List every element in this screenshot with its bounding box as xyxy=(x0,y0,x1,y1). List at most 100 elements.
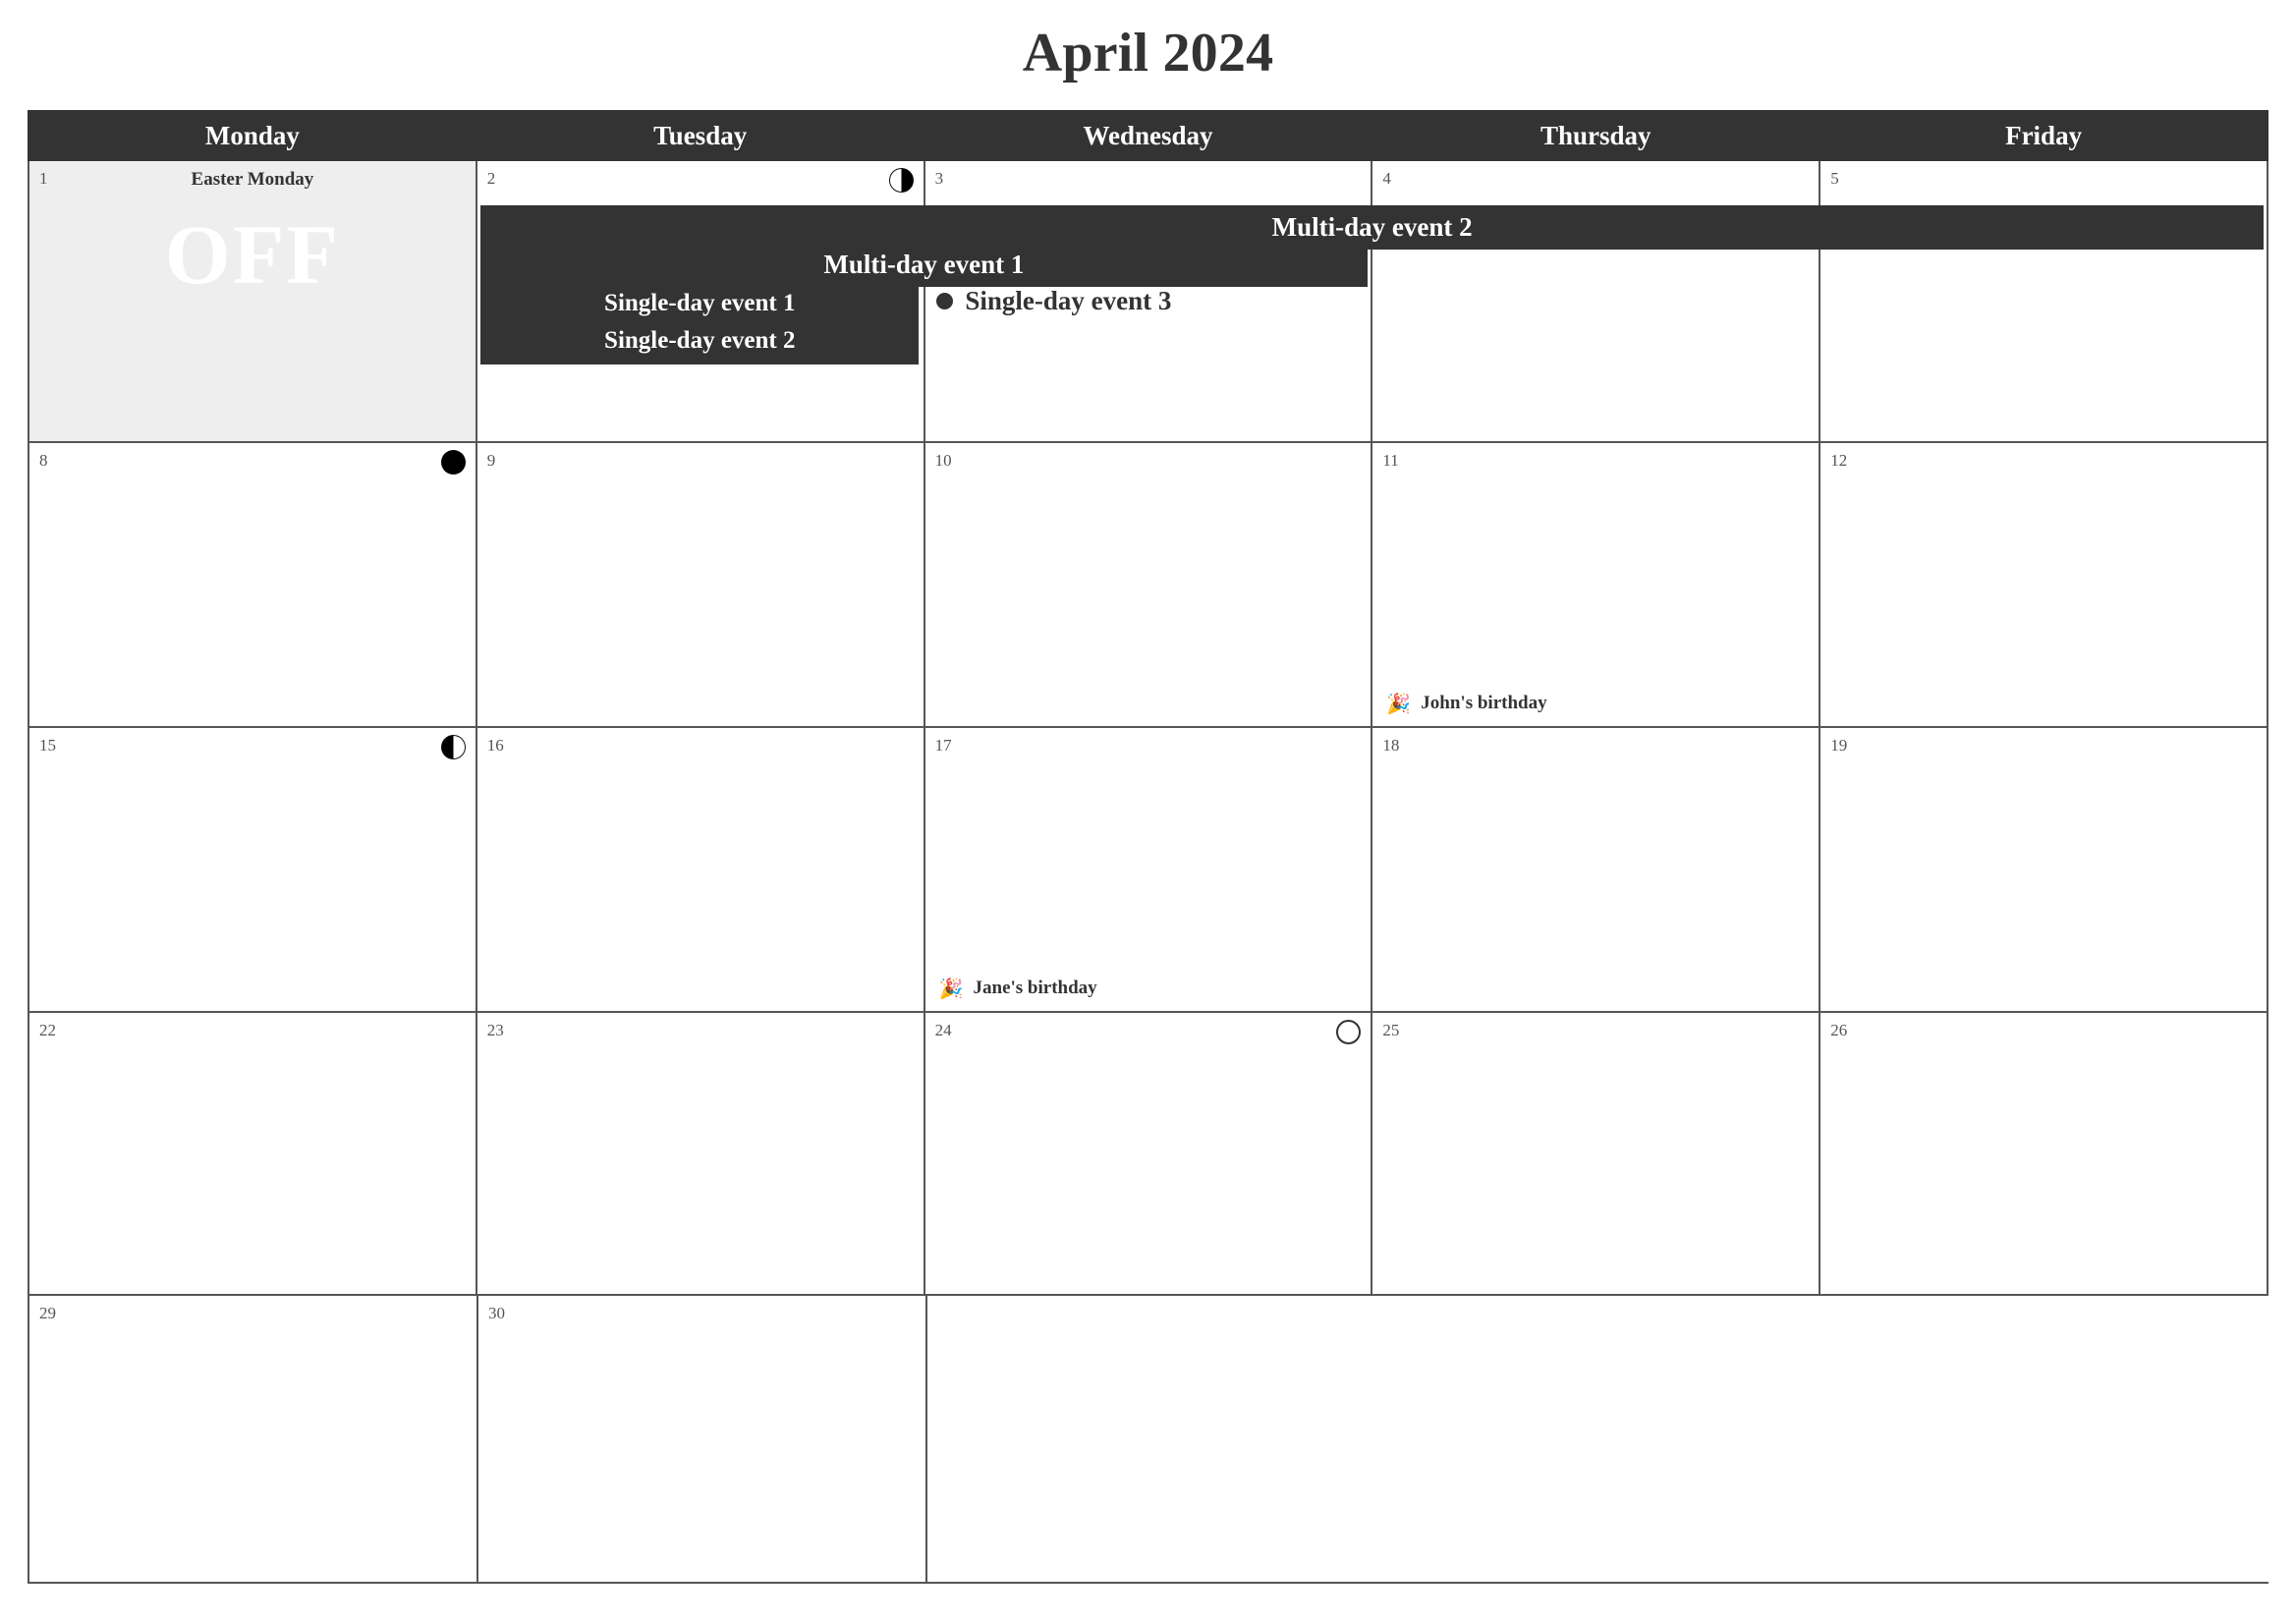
day-cell-header: 17 xyxy=(925,728,1372,765)
day-number: 3 xyxy=(934,169,944,188)
page-title: April 2024 xyxy=(1022,23,1274,84)
birthday-event[interactable]: 🎉 Jane's birthday xyxy=(939,978,1097,999)
calendar-day-cell-16[interactable]: 16 xyxy=(476,728,925,1011)
day-cell-header: 1 Easter Monday xyxy=(29,161,476,198)
weekday-header-monday: Monday xyxy=(204,120,300,150)
calendar-week-row: 29 30 xyxy=(28,1296,2268,1584)
off-watermark: OFF xyxy=(164,207,340,302)
calendar-day-cell-18[interactable]: 18 xyxy=(1372,728,1821,1011)
day-number: 24 xyxy=(934,1021,952,1039)
new-moon-icon xyxy=(440,450,466,475)
calendar-day-cell-17[interactable]: 17 🎉 Jane's birthday xyxy=(924,728,1373,1011)
day-number: 4 xyxy=(1382,169,1391,188)
day-cell-header: 29 xyxy=(29,1296,476,1333)
calendar-weeks: 1 Easter Monday OFF 2 3 4 5 8 9 10 11 🎉 John's birth… xyxy=(28,161,2268,1584)
first-quarter-moon-icon xyxy=(440,735,466,759)
calendar-day-cell-12[interactable]: 12 xyxy=(1820,443,2268,726)
calendar-cell-empty xyxy=(1821,1296,2268,1582)
event-item[interactable]: Single-day event 3 xyxy=(936,286,1171,316)
day-cell-header: 8 xyxy=(29,443,476,480)
day-cell-header: 3 xyxy=(925,161,1372,198)
day-number: 29 xyxy=(39,1304,56,1322)
day-cell-header: 2 xyxy=(477,161,924,198)
day-cell-header: 11 xyxy=(1372,443,1819,480)
event-label: Multi-day event 1 xyxy=(823,250,1025,279)
day-cell-header: 16 xyxy=(477,728,924,765)
party-popper-icon: 🎉 xyxy=(1386,692,1412,715)
birthday-event-label: Jane's birthday xyxy=(973,978,1097,998)
event-label: Single-day event 1 xyxy=(604,290,796,316)
day-number: 5 xyxy=(1830,169,1839,188)
day-number: 18 xyxy=(1382,736,1400,755)
day-number: 2 xyxy=(486,169,496,188)
calendar-day-cell-30[interactable]: 30 xyxy=(478,1296,927,1582)
day-number: 9 xyxy=(486,451,496,470)
calendar-day-cell-9[interactable]: 9 xyxy=(476,443,925,726)
day-number: 12 xyxy=(1830,451,1848,470)
day-number: 22 xyxy=(39,1021,56,1039)
day-cell-header: 9 xyxy=(477,443,924,480)
day-cell-header: 12 xyxy=(1820,443,2267,480)
day-cell-header: 4 xyxy=(1372,161,1819,198)
weekday-header-row: Monday Tuesday Wednesday Thursday Friday xyxy=(28,110,2268,161)
calendar-day-cell-4[interactable]: 4 xyxy=(1372,161,1821,441)
calendar-day-cell-10[interactable]: 10 xyxy=(924,443,1373,726)
event-bullet-icon xyxy=(936,293,954,309)
event-label: Single-day event 2 xyxy=(604,327,796,354)
day-cell-header: 23 xyxy=(477,1013,924,1050)
birthday-event-label: John's birthday xyxy=(1421,693,1547,713)
calendar-week-row: 8 9 10 11 🎉 John's birthday 12 xyxy=(28,443,2268,728)
day-cell-header: 24 xyxy=(925,1013,1372,1050)
day-number: 16 xyxy=(486,736,504,755)
day-number: 10 xyxy=(934,451,952,470)
day-cell-header: 25 xyxy=(1372,1013,1819,1050)
full-moon-icon xyxy=(1336,1020,1362,1044)
day-cell-header: 22 xyxy=(29,1013,476,1050)
calendar-cell-empty xyxy=(1374,1296,1821,1582)
day-cell-header: 10 xyxy=(925,443,1372,480)
day-number: 8 xyxy=(39,451,48,470)
calendar-day-cell-25[interactable]: 25 xyxy=(1372,1013,1821,1294)
calendar-day-cell-11[interactable]: 11 🎉 John's birthday xyxy=(1372,443,1821,726)
day-cell-header: 18 xyxy=(1372,728,1819,765)
calendar-day-cell-26[interactable]: 26 xyxy=(1820,1013,2268,1294)
event-label: Single-day event 3 xyxy=(965,286,1172,315)
calendar-day-cell-29[interactable]: 29 xyxy=(29,1296,478,1582)
calendar-day-cell-24[interactable]: 24 xyxy=(924,1013,1373,1294)
birthday-event[interactable]: 🎉 John's birthday xyxy=(1386,693,1546,714)
event-label: Multi-day event 2 xyxy=(1271,212,1473,242)
calendar-day-cell-1[interactable]: 1 Easter Monday OFF xyxy=(29,161,477,441)
day-number: 25 xyxy=(1382,1021,1400,1039)
weekday-header-wednesday: Wednesday xyxy=(1083,120,1213,150)
weekday-header-thursday: Thursday xyxy=(1540,120,1652,150)
calendar-week-row: 22 23 24 25 26 xyxy=(28,1013,2268,1296)
last-quarter-moon-icon xyxy=(888,168,914,193)
day-number: 17 xyxy=(934,736,952,755)
day-number: 26 xyxy=(1830,1021,1848,1039)
holiday-label: Easter Monday xyxy=(191,169,314,190)
party-popper-icon: 🎉 xyxy=(938,977,964,1000)
calendar-day-cell-23[interactable]: 23 xyxy=(476,1013,925,1294)
calendar-week-row: 15 16 17 🎉 Jane's birthday 18 19 xyxy=(28,728,2268,1013)
calendar-day-cell-19[interactable]: 19 xyxy=(1820,728,2268,1011)
day-cell-header: 19 xyxy=(1820,728,2267,765)
calendar-day-cell-22[interactable]: 22 xyxy=(29,1013,477,1294)
day-cell-header: 30 xyxy=(478,1296,925,1333)
calendar-day-cell-15[interactable]: 15 xyxy=(29,728,477,1011)
day-number: 19 xyxy=(1830,736,1848,755)
calendar-day-cell-8[interactable]: 8 xyxy=(29,443,477,726)
day-cell-header: 5 xyxy=(1820,161,2267,198)
weekday-header-tuesday: Tuesday xyxy=(653,120,748,150)
calendar-day-cell-5[interactable]: 5 xyxy=(1820,161,2268,441)
day-cell-header: 26 xyxy=(1820,1013,2267,1050)
event-bar[interactable]: Single-day event 2 xyxy=(480,317,920,364)
day-number: 30 xyxy=(488,1304,505,1322)
weekday-header-friday: Friday xyxy=(2005,120,2083,150)
day-number: 23 xyxy=(486,1021,504,1039)
day-number: 1 xyxy=(39,169,48,188)
calendar-cell-empty xyxy=(927,1296,1374,1582)
day-number: 15 xyxy=(39,736,56,755)
calendar-grid: Monday Tuesday Wednesday Thursday Friday… xyxy=(28,110,2268,1584)
day-cell-header: 15 xyxy=(29,728,476,765)
day-number: 11 xyxy=(1382,451,1399,470)
